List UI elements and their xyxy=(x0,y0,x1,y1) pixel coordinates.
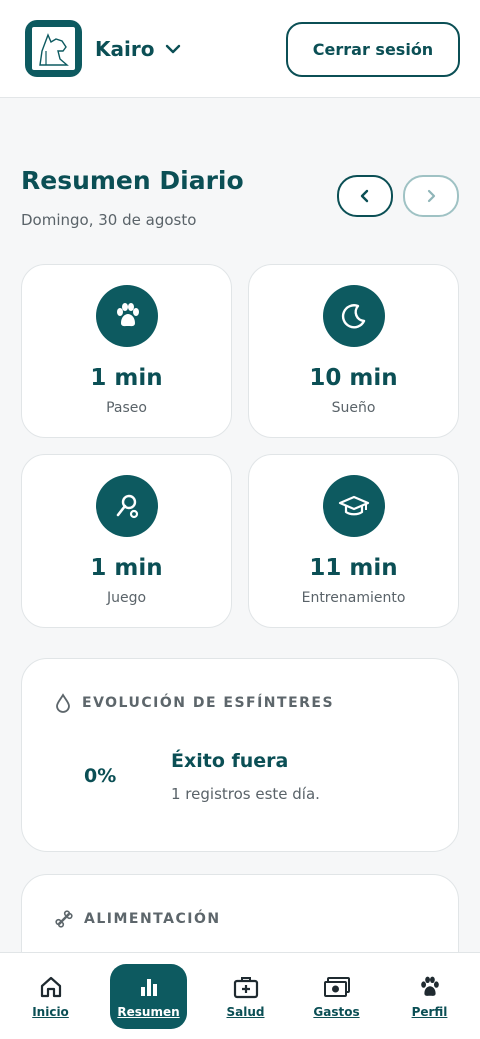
bar-chart-icon xyxy=(140,978,157,996)
section-title: EVOLUCIÓN DE ESFÍNTERES xyxy=(82,695,335,711)
chevron-right-icon xyxy=(427,189,436,203)
section-header: ALIMENTACIÓN xyxy=(54,909,221,929)
tab-label: Inicio xyxy=(32,1004,69,1019)
stat-label: Entrenamiento xyxy=(301,590,406,606)
potty-evolution-card: EVOLUCIÓN DE ESFÍNTERES 0% Éxito fuera 1… xyxy=(21,658,459,852)
stat-value: 10 min xyxy=(309,365,398,391)
tab-perfil[interactable]: Perfil xyxy=(391,964,468,1029)
paw-icon xyxy=(420,976,439,996)
tab-salud[interactable]: Salud xyxy=(207,964,284,1029)
page-date: Domingo, 30 de agosto xyxy=(21,211,197,229)
tab-resumen[interactable]: Resumen xyxy=(110,964,187,1029)
tab-label: Gastos xyxy=(313,1004,360,1019)
stat-label: Paseo xyxy=(106,400,147,416)
chevron-down-icon[interactable] xyxy=(162,38,184,60)
page-title: Resumen Diario xyxy=(21,166,244,195)
result-subtitle: 1 registros este día. xyxy=(171,785,320,803)
app-header: Kairo Cerrar sesión xyxy=(0,0,480,98)
stat-value: 1 min xyxy=(90,365,163,391)
stat-card-sleep[interactable]: 10 min Sueño xyxy=(248,264,459,438)
ball-toy-icon xyxy=(96,475,158,537)
paw-icon xyxy=(96,285,158,347)
first-aid-icon xyxy=(233,976,258,998)
stat-label: Sueño xyxy=(331,400,376,416)
stat-card-play[interactable]: 1 min Juego xyxy=(21,454,232,628)
stat-value: 1 min xyxy=(90,555,163,581)
tab-inicio[interactable]: Inicio xyxy=(12,964,89,1029)
water-drop-icon xyxy=(56,693,70,713)
tab-label: Salud xyxy=(226,1004,265,1019)
chevron-left-icon xyxy=(360,189,369,203)
moon-icon xyxy=(323,285,385,347)
bone-icon xyxy=(55,910,73,928)
graduation-cap-icon xyxy=(323,475,385,537)
tab-label: Resumen xyxy=(117,1004,180,1019)
pet-avatar[interactable] xyxy=(25,20,82,77)
result-title: Éxito fuera xyxy=(171,750,289,772)
money-icon xyxy=(323,976,350,997)
tab-gastos[interactable]: Gastos xyxy=(298,964,375,1029)
section-title: ALIMENTACIÓN xyxy=(84,911,221,927)
pet-name[interactable]: Kairo xyxy=(95,37,154,61)
next-day-button[interactable] xyxy=(403,175,459,217)
section-header: EVOLUCIÓN DE ESFÍNTERES xyxy=(54,693,334,713)
home-icon xyxy=(40,976,61,997)
success-percent: 0% xyxy=(84,765,117,787)
stat-value: 11 min xyxy=(309,555,398,581)
previous-day-button[interactable] xyxy=(337,175,393,217)
stat-card-walk[interactable]: 1 min Paseo xyxy=(21,264,232,438)
stat-label: Juego xyxy=(106,590,147,606)
tab-label: Perfil xyxy=(411,1004,448,1019)
dog-silhouette-icon xyxy=(32,27,75,70)
stat-card-training[interactable]: 11 min Entrenamiento xyxy=(248,454,459,628)
bottom-navigation: Inicio Resumen Salud Gastos Perfil xyxy=(0,952,480,1039)
logout-button[interactable]: Cerrar sesión xyxy=(286,22,460,77)
